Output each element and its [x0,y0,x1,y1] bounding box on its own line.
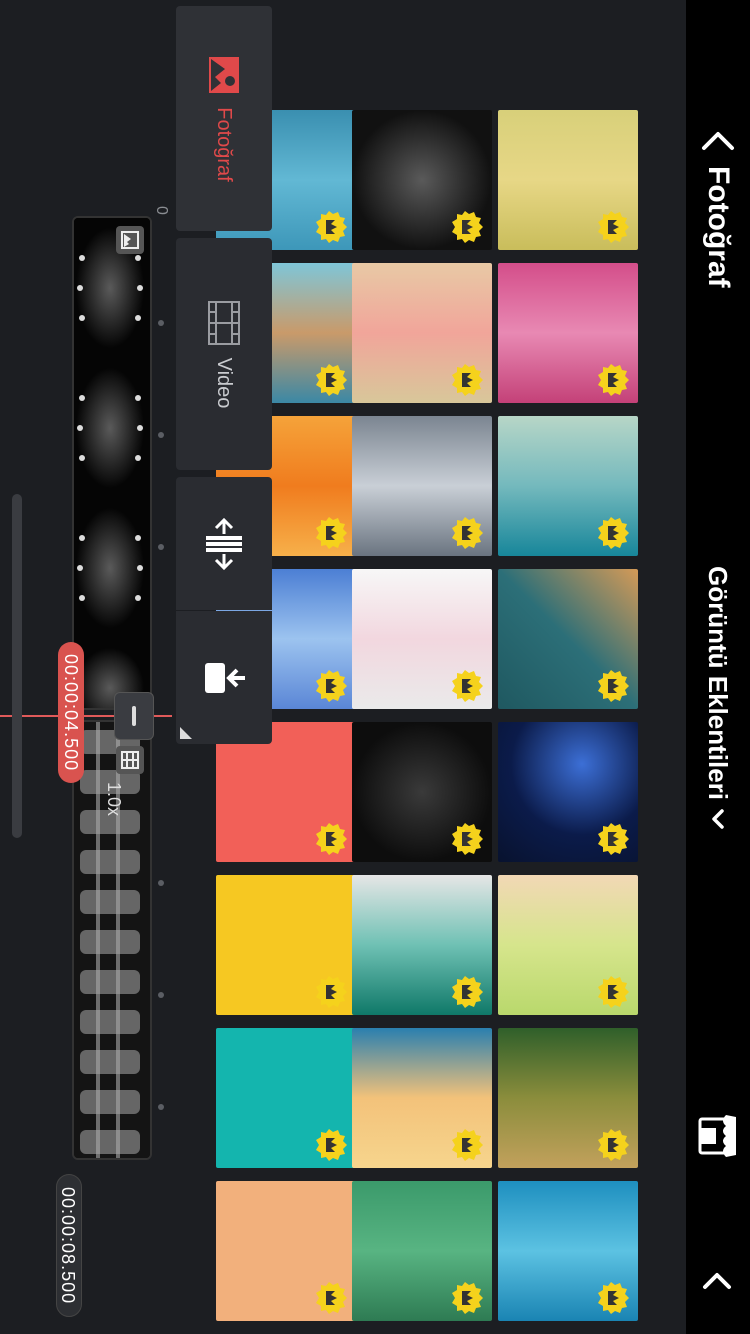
tab-photo-label: Fotoğraf [213,107,236,182]
asset-tile[interactable] [216,1028,356,1168]
asset-tile[interactable] [498,263,638,403]
chevron-left-icon [702,132,734,150]
tab-video-label: Video [213,357,236,409]
premium-crown-icon [596,822,630,856]
premium-crown-icon [314,975,348,1009]
asset-tile[interactable] [498,722,638,862]
premium-crown-icon [596,1128,630,1162]
premium-crown-icon [596,363,630,397]
store-icon [698,1115,736,1157]
import-button[interactable] [176,611,272,744]
premium-crown-icon [314,516,348,550]
asset-tile[interactable] [498,569,638,709]
playhead-handle[interactable] [114,692,154,740]
ruler-tick [158,432,164,438]
tab-video[interactable]: Video [176,238,272,470]
timeline[interactable]: 0 1.0x 00:00:04.500 00:00:08.500 [0,0,172,1334]
premium-crown-icon [596,975,630,1009]
photo-icon [209,57,239,94]
premium-crown-icon [314,669,348,703]
asset-tile[interactable] [352,722,492,862]
ruler-tick [158,992,164,998]
asset-tile[interactable] [498,110,638,250]
premium-crown-icon [314,210,348,244]
premium-crown-icon [450,1281,484,1315]
back-title-label: Fotoğraf [702,166,735,288]
premium-crown-icon [450,363,484,397]
corner-indicator-icon [180,727,192,739]
asset-tile[interactable] [216,1181,356,1321]
asset-tile[interactable] [498,875,638,1015]
total-time-label: 00:00:08.500 [56,1174,82,1318]
photo-clip-thumbnails [72,218,150,710]
clip-speed-label: 1.0x [104,782,124,817]
drag-handle-icon [132,706,136,726]
top-bar: Fotoğraf Görüntü Eklentileri [686,0,750,1334]
premium-crown-icon [596,669,630,703]
chevron-down-icon [712,809,724,829]
premium-crown-icon [450,210,484,244]
premium-crown-icon [314,1128,348,1162]
section-title-button[interactable]: Görüntü Eklentileri [686,566,750,830]
premium-crown-icon [450,669,484,703]
premium-crown-icon [314,363,348,397]
asset-tile[interactable] [352,416,492,556]
store-button[interactable] [686,1096,750,1176]
asset-tile[interactable] [352,1181,492,1321]
premium-crown-icon [450,975,484,1009]
premium-crown-icon [596,1281,630,1315]
tab-photo[interactable]: Fotoğraf [176,6,272,231]
asset-tile[interactable] [352,263,492,403]
ruler-tick [158,320,164,326]
back-arrow-icon [703,1273,731,1289]
timeline-scrollbar[interactable] [12,494,22,838]
asset-tile[interactable] [352,110,492,250]
split-icon [206,517,242,570]
asset-tile[interactable] [498,1181,638,1321]
premium-crown-icon [450,822,484,856]
ruler-tick [158,544,164,550]
premium-crown-icon [596,516,630,550]
asset-tile[interactable] [352,569,492,709]
photo-clip-type-icon [116,226,144,254]
ruler-tick [158,880,164,886]
ruler-zero-label: 0 [153,206,170,215]
asset-grid [216,106,686,1334]
premium-crown-icon [314,1281,348,1315]
ruler-tick [158,1104,164,1110]
premium-crown-icon [596,210,630,244]
film-icon [208,300,240,345]
asset-tile[interactable] [498,416,638,556]
asset-tile[interactable] [498,1028,638,1168]
premium-crown-icon [450,516,484,550]
current-time-label: 00:00:04.500 [58,642,84,784]
asset-tile[interactable] [352,1028,492,1168]
section-title: Görüntü Eklentileri [703,566,734,801]
premium-crown-icon [450,1128,484,1162]
photo-clip[interactable] [72,216,152,710]
back-to-photo-button[interactable]: Fotoğraf [686,130,750,288]
back-button[interactable] [686,1216,750,1334]
asset-tile[interactable] [352,875,492,1015]
premium-crown-icon [314,822,348,856]
asset-tile[interactable] [216,875,356,1015]
video-clip-type-icon [116,746,144,774]
split-button[interactable] [176,477,272,610]
app-screen: Fotoğraf Görüntü Eklentileri Video Fotoğ… [0,0,750,1334]
download-icon [205,662,245,693]
